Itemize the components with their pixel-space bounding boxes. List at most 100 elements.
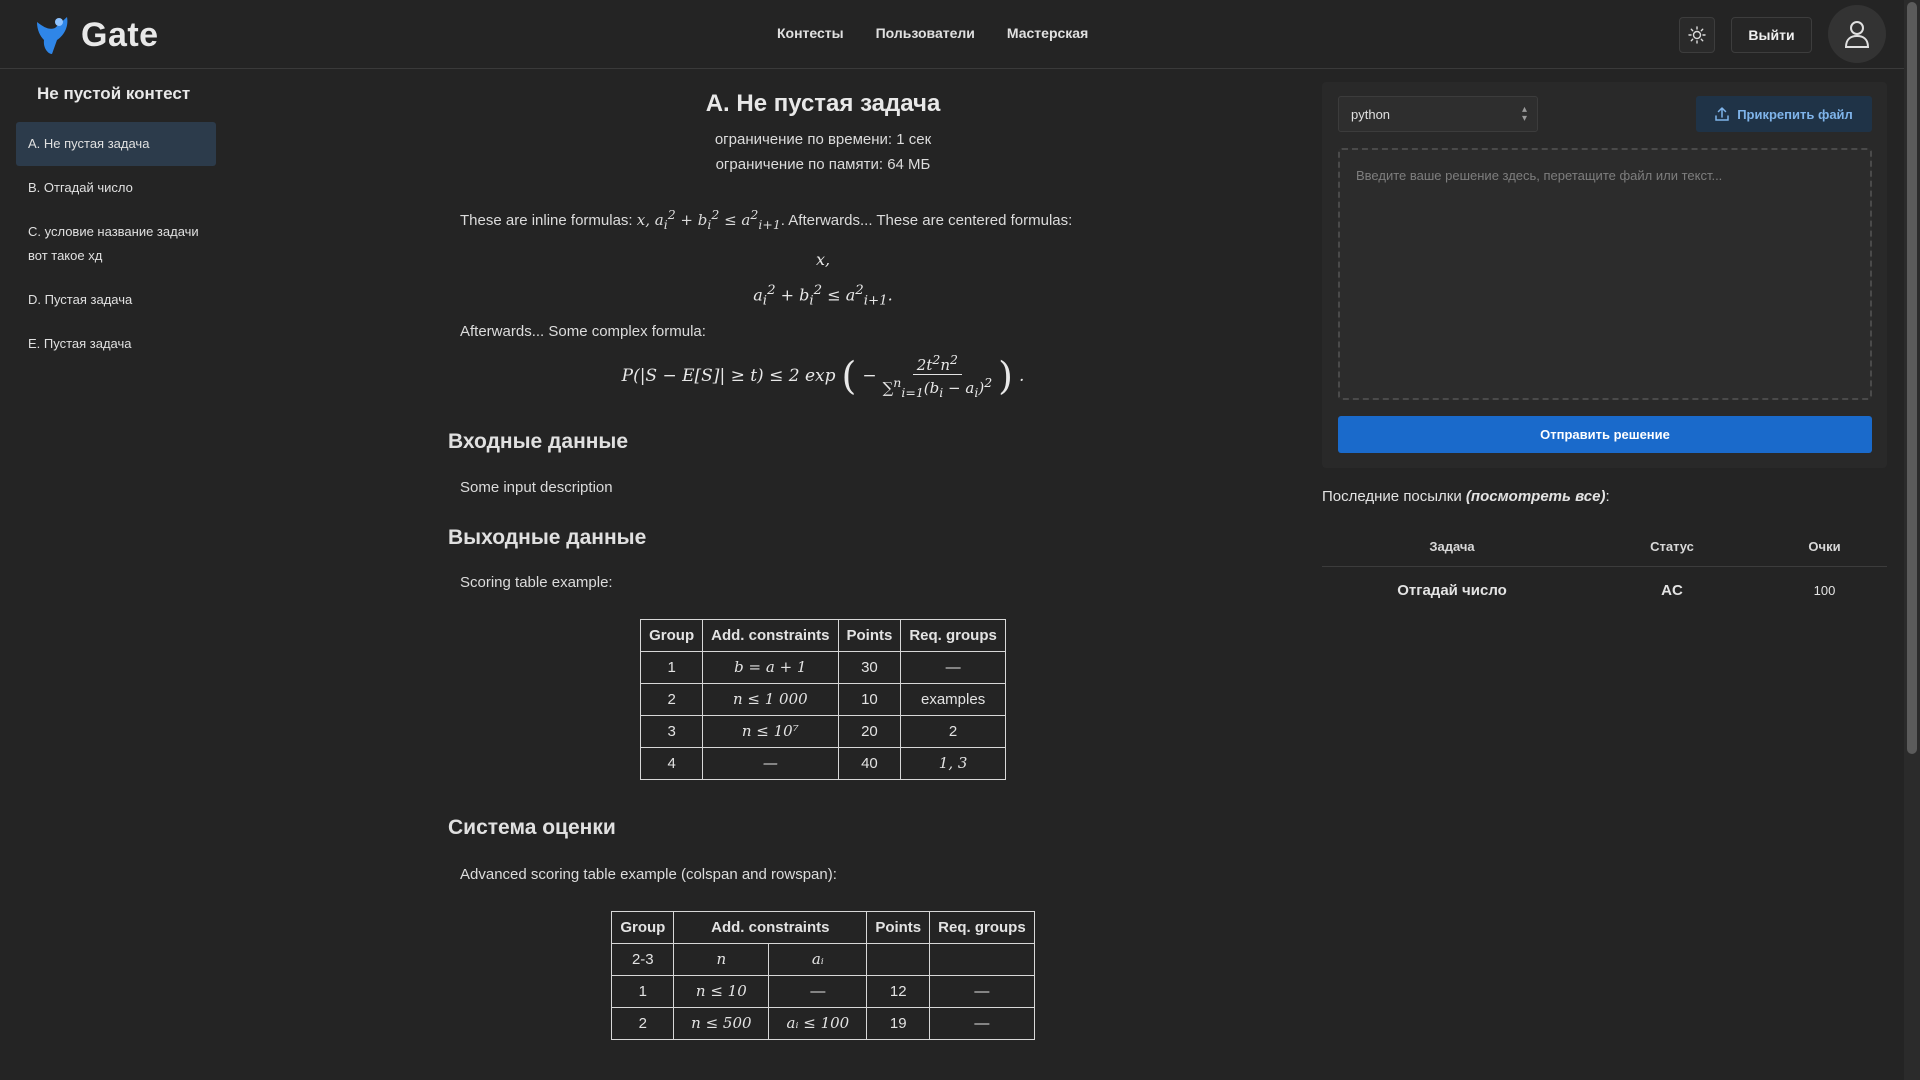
- table-cell: 40: [837, 746, 902, 780]
- table-cell: [866, 942, 931, 976]
- table-cell: aᵢ: [768, 942, 868, 976]
- chevron-updown-icon: ▴ ▾: [1521, 104, 1527, 124]
- table-header: Group: [611, 910, 675, 944]
- table-header-row: Group Add. constraints Points Req. group…: [611, 910, 1035, 944]
- problem-statement: A. Не пустая задача ограничение по време…: [448, 70, 1198, 1040]
- table-row: 2 n ≤ 1 000 10 examples: [640, 682, 1006, 716]
- table-cell: examples: [900, 682, 1006, 716]
- table-cell: 4: [640, 746, 704, 780]
- output-heading: Выходные данные: [448, 525, 647, 549]
- table-cell: —: [929, 1006, 1035, 1040]
- problem-limits: ограничение по времени: 1 сек ограничени…: [448, 127, 1198, 177]
- time-limit: ограничение по времени: 1 сек: [714, 131, 932, 148]
- sidebar-item-problem-e[interactable]: E. Пустая задача: [16, 322, 216, 366]
- intro-after: . Afterwards... These are centered formu…: [780, 212, 1073, 229]
- solution-editor[interactable]: Введите ваше решение здесь, перетащите ф…: [1338, 148, 1872, 400]
- language-select[interactable]: python ▴ ▾: [1338, 96, 1538, 132]
- scoring-heading: Система оценки: [448, 815, 616, 839]
- table-header: Задача: [1322, 528, 1582, 567]
- table-header: Group: [640, 618, 704, 652]
- user-icon: [1844, 21, 1870, 48]
- table-header: Req. groups: [929, 910, 1035, 944]
- table-cell: n ≤ 500: [673, 1006, 770, 1040]
- table-cell: n ≤ 10⁷: [702, 714, 839, 748]
- table-cell: 19: [866, 1006, 931, 1040]
- table-row: 1 n ≤ 10 — 12 —: [611, 974, 1035, 1008]
- input-heading: Входные данные: [448, 429, 629, 453]
- table-cell: aᵢ ≤ 100: [768, 1006, 868, 1040]
- contest-title: Не пустой контест: [37, 84, 191, 103]
- sidebar-item-problem-a[interactable]: A. Не пустая задача: [16, 122, 216, 166]
- status-badge: AC: [1661, 581, 1683, 599]
- logo-icon: [37, 17, 68, 54]
- table-cell: —: [768, 974, 868, 1008]
- table-cell: 30: [837, 650, 902, 684]
- centered-formula-sum: ai2 + bi2 ≤ a2i+1.: [753, 283, 893, 309]
- contest-sidebar: Не пустой контест A. Не пустая задача B.…: [16, 70, 216, 366]
- avatar[interactable]: [1828, 5, 1886, 63]
- table-header: Add. constraints: [702, 618, 839, 652]
- table-cell: n: [673, 942, 770, 976]
- table-cell: [929, 942, 1035, 976]
- table-header: Req. groups: [900, 618, 1006, 652]
- logout-button[interactable]: Выйти: [1731, 17, 1812, 53]
- submit-solution-button[interactable]: Отправить решение: [1338, 416, 1872, 453]
- table-cell: —: [900, 650, 1006, 684]
- advanced-scoring-text: Advanced scoring table example (colspan …: [460, 865, 837, 883]
- table-cell: —: [702, 746, 839, 780]
- sidebar-item-problem-c[interactable]: C. условие название задачи вот такое хд: [16, 210, 216, 278]
- main-nav: Контесты Пользователи Мастерская: [777, 25, 1088, 41]
- logo[interactable]: Gate: [31, 14, 159, 56]
- sun-icon: [1688, 26, 1706, 44]
- table-row: 4 — 40 1, 3: [640, 746, 1006, 780]
- advanced-scoring-table: Group Add. constraints Points Req. group…: [611, 910, 1035, 1040]
- input-description: Some input description: [460, 478, 613, 496]
- view-all-link[interactable]: (посмотреть все): [1466, 488, 1606, 505]
- complex-formula: P(|S − E[S]| ≥ t) ≤ 2 exp ( − 2t2n2 ∑ni=…: [621, 351, 1025, 400]
- table-cell: 2: [640, 682, 704, 716]
- scrollbar-thumb[interactable]: [1907, 2, 1917, 754]
- table-cell: 1: [640, 650, 704, 684]
- table-cell: n ≤ 1 000: [702, 682, 839, 716]
- recent-submissions-title: Последние посылки (посмотреть все):: [1322, 488, 1610, 505]
- table-cell: 20: [837, 714, 902, 748]
- upload-icon: [1715, 107, 1729, 121]
- submission-task[interactable]: Отгадай число: [1322, 566, 1582, 614]
- table-header: Points: [837, 618, 902, 652]
- scoring-example-text: Scoring table example:: [460, 573, 613, 591]
- table-cell: 2-3: [611, 942, 675, 976]
- memory-limit: ограничение по памяти: 64 МБ: [715, 156, 931, 173]
- table-cell: 1, 3: [900, 746, 1006, 780]
- table-cell: 10: [837, 682, 902, 716]
- table-row[interactable]: Отгадай число AC 100: [1322, 566, 1887, 614]
- page-scrollbar[interactable]: [1904, 0, 1920, 1080]
- submit-panel: python ▴ ▾ Прикрепить файл Введите ваше р…: [1322, 82, 1887, 468]
- sidebar-item-problem-d[interactable]: D. Пустая задача: [16, 278, 216, 322]
- language-value: python: [1351, 107, 1391, 122]
- attach-file-button[interactable]: Прикрепить файл: [1696, 96, 1872, 132]
- sidebar-item-problem-b[interactable]: B. Отгадай число: [16, 166, 216, 210]
- theme-toggle-button[interactable]: [1679, 17, 1715, 53]
- table-header: Статус: [1582, 528, 1762, 567]
- table-header-row: Group Add. constraints Points Req. group…: [640, 618, 1006, 652]
- top-bar: Gate Контесты Пользователи Мастерская Вы…: [0, 0, 1904, 69]
- nav-workshop[interactable]: Мастерская: [1007, 25, 1088, 41]
- table-cell: —: [929, 974, 1035, 1008]
- inline-formula: x, ai2 + bi2 ≤ a2i+1: [636, 207, 781, 232]
- nav-contests[interactable]: Контесты: [777, 25, 844, 41]
- intro-before: These are inline formulas:: [460, 212, 637, 229]
- editor-placeholder: Введите ваше решение здесь, перетащите ф…: [1356, 168, 1723, 183]
- table-row: 2-3 n aᵢ: [611, 942, 1035, 976]
- submission-score: 100: [1813, 582, 1836, 598]
- table-cell: 1: [611, 974, 675, 1008]
- attach-file-label: Прикрепить файл: [1737, 106, 1853, 122]
- table-header: Add. constraints: [673, 910, 868, 944]
- nav-users[interactable]: Пользователи: [876, 25, 975, 41]
- table-header-row: Задача Статус Очки: [1322, 528, 1887, 567]
- table-cell: 12: [866, 974, 931, 1008]
- scoring-table: Group Add. constraints Points Req. group…: [640, 618, 1006, 780]
- centered-formula-x: x,: [815, 250, 831, 269]
- table-cell: b = a + 1: [702, 650, 839, 684]
- table-cell: 3: [640, 714, 704, 748]
- problem-title: A. Не пустая задача: [705, 90, 941, 117]
